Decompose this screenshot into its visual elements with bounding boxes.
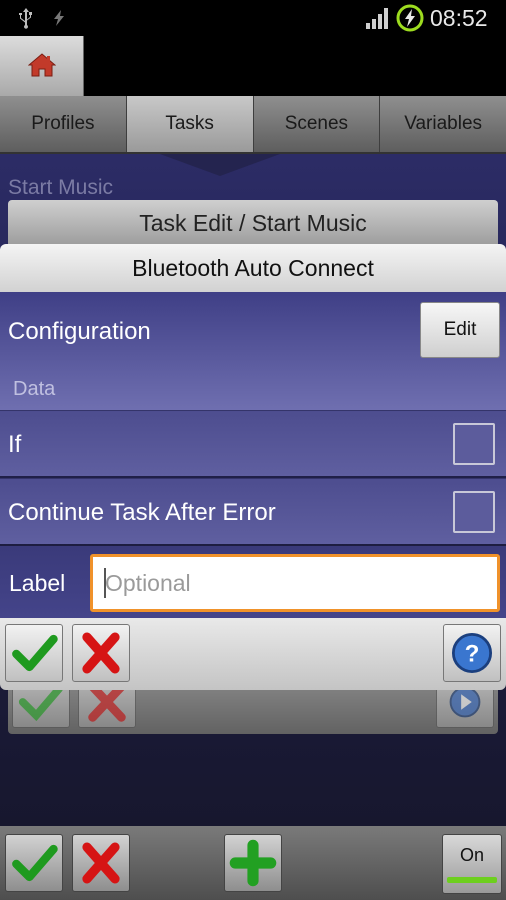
configuration-section: Configuration Edit Data <box>0 292 506 410</box>
tab-variables[interactable]: Variables <box>380 96 506 152</box>
cancel-button[interactable] <box>72 624 130 682</box>
label-label: Label <box>9 570 66 596</box>
bottom-accept-button[interactable] <box>5 834 63 892</box>
configuration-label: Configuration <box>8 318 151 345</box>
check-icon <box>12 844 58 882</box>
tab-tasks[interactable]: Tasks <box>126 96 254 152</box>
edit-button[interactable]: Edit <box>420 302 500 358</box>
continue-label: Continue Task After Error <box>8 499 276 526</box>
status-bar: 08:52 <box>0 0 506 36</box>
add-button[interactable] <box>224 834 282 892</box>
help-icon: ? <box>451 632 493 674</box>
status-time: 08:52 <box>430 5 488 31</box>
tab-pointer <box>160 154 280 176</box>
cross-icon <box>82 842 120 884</box>
continue-row: Continue Task After Error <box>0 478 506 544</box>
tab-scenes[interactable]: Scenes <box>254 96 381 152</box>
text-cursor <box>104 568 106 598</box>
home-icon <box>28 53 56 77</box>
check-icon <box>12 634 58 672</box>
home-button[interactable] <box>0 36 84 96</box>
label-row: Label <box>0 546 506 618</box>
toggle-label: On <box>459 845 484 865</box>
main-tabs: Profiles Tasks Scenes Variables <box>0 96 506 154</box>
usb-icon <box>19 8 32 29</box>
accept-button[interactable] <box>5 624 63 682</box>
battery-charging-icon <box>396 4 424 32</box>
cross-icon <box>82 632 120 674</box>
signal-icon <box>366 8 388 29</box>
continue-checkbox[interactable] <box>453 491 495 533</box>
svg-text:?: ? <box>465 640 480 667</box>
if-row: If <box>0 410 506 476</box>
enable-toggle[interactable]: On <box>442 834 502 894</box>
task-edit-header: Task Edit / Start Music <box>8 200 498 246</box>
app-bar <box>0 36 506 96</box>
dialog-button-bar: ? <box>0 618 506 690</box>
bottom-bar: On <box>0 826 506 900</box>
if-checkbox[interactable] <box>453 423 495 465</box>
dialog-title: Bluetooth Auto Connect <box>0 244 506 292</box>
help-button[interactable]: ? <box>443 624 501 682</box>
bottom-cancel-button[interactable] <box>72 834 130 892</box>
toggle-indicator <box>447 877 497 883</box>
data-label: Data <box>13 378 56 400</box>
task-name: Start Music <box>8 176 114 199</box>
plus-icon <box>229 839 277 887</box>
if-label: If <box>8 431 22 458</box>
action-edit-dialog: Bluetooth Auto Connect Configuration Edi… <box>0 244 506 690</box>
tab-profiles[interactable]: Profiles <box>0 96 127 152</box>
flash-icon <box>54 10 64 26</box>
label-input[interactable] <box>90 554 500 612</box>
